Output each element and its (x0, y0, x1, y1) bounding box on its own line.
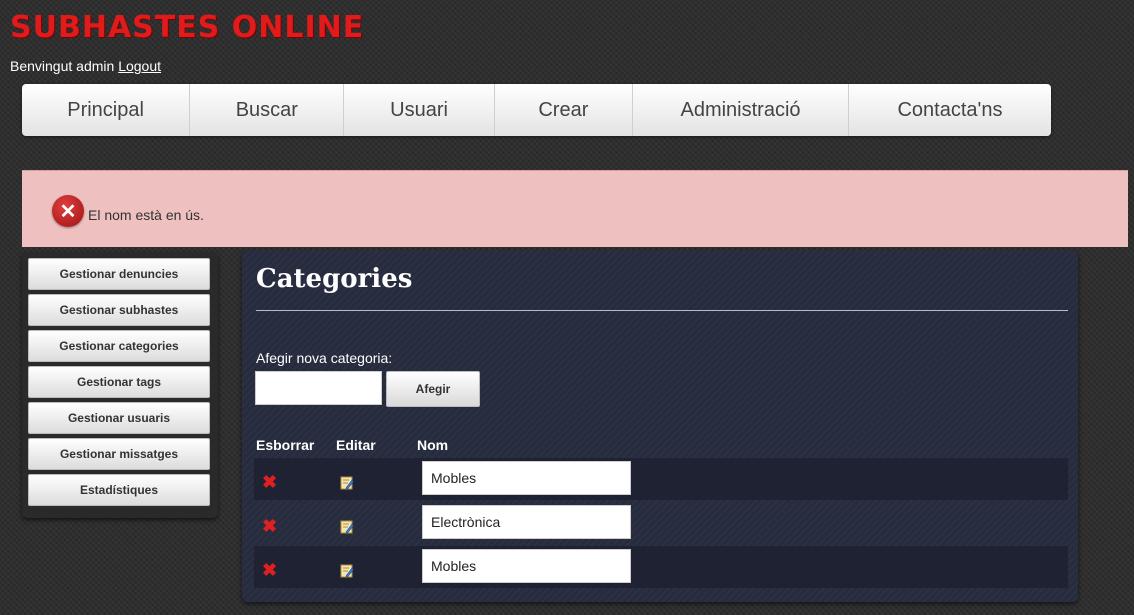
site-title: SUBHASTES ONLINE (10, 10, 365, 45)
column-header-editar: Editar (336, 437, 376, 453)
delete-icon[interactable]: ✖ (262, 561, 278, 579)
page-title: Categories (256, 264, 413, 294)
title-divider (256, 310, 1068, 311)
sidebar-item-gestionar-denuncies[interactable]: Gestionar denuncies (28, 258, 210, 290)
categories-panel: Categories Afegir nova categoria: Afegir… (242, 250, 1078, 602)
admin-sidebar: Gestionar denuncies Gestionar subhastes … (22, 252, 218, 518)
delete-icon[interactable]: ✖ (262, 473, 278, 491)
edit-icon[interactable] (340, 564, 354, 578)
category-name-input[interactable] (422, 505, 631, 539)
sidebar-item-gestionar-subhastes[interactable]: Gestionar subhastes (28, 294, 210, 326)
column-header-esborrar: Esborrar (256, 437, 315, 453)
nav-item-buscar[interactable]: Buscar (190, 84, 345, 136)
sidebar-item-gestionar-tags[interactable]: Gestionar tags (28, 366, 210, 398)
error-circle-x-icon: ✕ (52, 195, 84, 227)
category-name-input[interactable] (422, 549, 631, 583)
edit-icon[interactable] (340, 520, 354, 534)
error-message-box: ✕ El nom està en ús. (22, 170, 1128, 247)
sidebar-item-gestionar-categories[interactable]: Gestionar categories (28, 330, 210, 362)
column-header-nom: Nom (417, 437, 449, 453)
table-row: ✖ (254, 502, 1068, 544)
table-row: ✖ (254, 458, 1068, 500)
logout-link[interactable]: Logout (118, 58, 161, 74)
delete-icon[interactable]: ✖ (262, 517, 278, 535)
category-name-input[interactable] (422, 461, 631, 495)
sidebar-item-gestionar-missatges[interactable]: Gestionar missatges (28, 438, 210, 470)
nav-item-usuari[interactable]: Usuari (344, 84, 495, 136)
nav-item-administracio[interactable]: Administració (633, 84, 849, 136)
welcome-bar: Benvingut admin Logout (10, 58, 161, 74)
add-category-button[interactable]: Afegir (386, 371, 480, 407)
nav-item-crear[interactable]: Crear (495, 84, 634, 136)
add-category-label: Afegir nova categoria: (256, 350, 393, 366)
table-row: ✖ (254, 546, 1068, 588)
error-message-text: El nom està en ús. (88, 207, 204, 223)
add-category-input[interactable] (255, 371, 382, 405)
nav-item-principal[interactable]: Principal (22, 84, 191, 136)
main-nav: Principal Buscar Usuari Crear Administra… (22, 84, 1051, 136)
welcome-text: Benvingut admin (10, 58, 115, 74)
edit-icon[interactable] (340, 476, 354, 490)
sidebar-item-gestionar-usuaris[interactable]: Gestionar usuaris (28, 402, 210, 434)
nav-item-contactans[interactable]: Contacta'ns (849, 84, 1051, 136)
sidebar-item-estadistiques[interactable]: Estadístiques (28, 474, 210, 506)
